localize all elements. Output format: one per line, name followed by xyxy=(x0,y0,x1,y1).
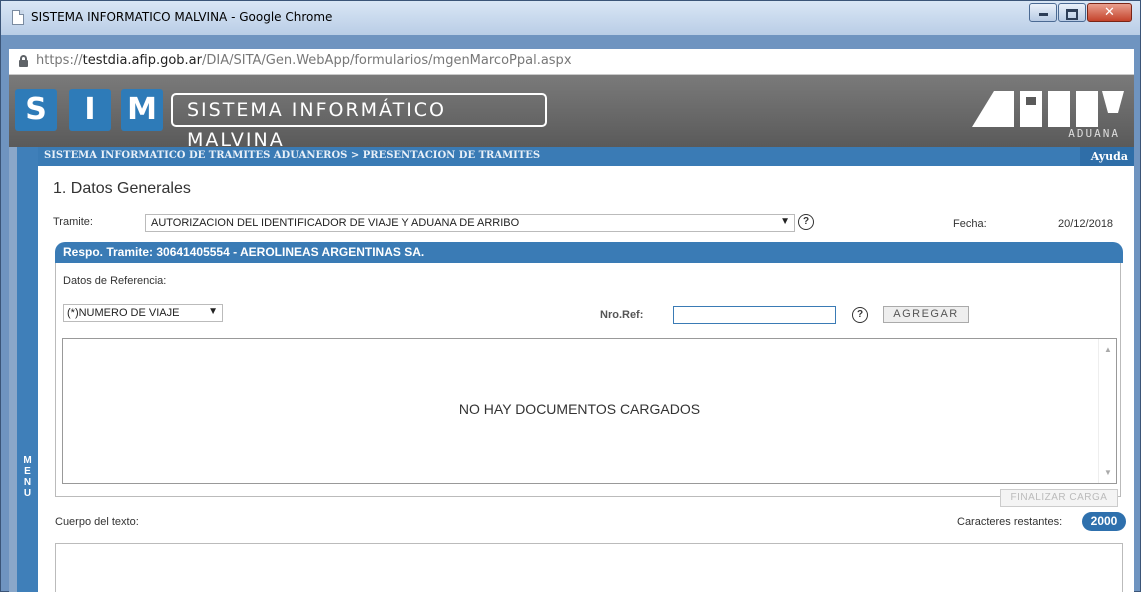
resp-tramite-text: Respo. Tramite: 30641405554 - AEROLINEAS… xyxy=(63,245,425,259)
section-title: 1. Datos Generales xyxy=(53,180,191,197)
page-icon xyxy=(12,10,24,25)
url-path: /DIA/SITA/Gen.WebApp/formularios/mgenMar… xyxy=(201,53,572,68)
app-title: SISTEMA INFORMÁTICO MALVINA xyxy=(171,93,547,151)
help-link[interactable]: Ayuda xyxy=(1080,147,1134,166)
resp-tramite-bar: Respo. Tramite: 30641405554 - AEROLINEAS… xyxy=(55,242,1123,263)
sim-logo-s: S xyxy=(15,89,57,131)
tramite-value: AUTORIZACION DEL IDENTIFICADOR DE VIAJE … xyxy=(151,217,520,229)
url-text[interactable]: https://testdia.afip.gob.ar/DIA/SITA/Gen… xyxy=(36,53,572,68)
caracteres-count-badge: 2000 xyxy=(1082,512,1126,531)
fecha-label: Fecha: xyxy=(953,218,987,230)
minimize-icon xyxy=(1030,5,1056,19)
help-icon[interactable]: ? xyxy=(852,307,868,323)
finalizar-carga-button[interactable]: FINALIZAR CARGA xyxy=(1000,489,1118,507)
dropdown-arrow-icon: ▼ xyxy=(208,306,218,317)
breadcrumb: SISTEMA INFORMATICO DE TRAMITES ADUANERO… xyxy=(38,147,1134,166)
lock-icon xyxy=(19,55,28,67)
agregar-button[interactable]: AGREGAR xyxy=(883,306,969,323)
dropdown-arrow-icon: ▼ xyxy=(780,216,790,227)
aduana-text: ADUANA xyxy=(1068,127,1120,140)
help-icon[interactable]: ? xyxy=(798,214,814,230)
app-header: S I M SISTEMA INFORMÁTICO MALVINA ADUANA xyxy=(9,75,1134,151)
nro-ref-input[interactable] xyxy=(673,306,836,324)
scrollbar[interactable]: ▲ ▼ xyxy=(1098,339,1116,483)
url-prefix: https:// xyxy=(36,53,83,68)
window-title: SISTEMA INFORMATICO MALVINA - Google Chr… xyxy=(31,10,333,24)
url-host: testdia.afip.gob.ar xyxy=(82,53,202,68)
address-bar[interactable]: https://testdia.afip.gob.ar/DIA/SITA/Gen… xyxy=(9,49,1134,75)
menu-label: MENU xyxy=(23,455,32,499)
documents-list[interactable]: NO HAY DOCUMENTOS CARGADOS ▲ ▼ xyxy=(62,338,1117,484)
empty-docs-message: NO HAY DOCUMENTOS CARGADOS xyxy=(458,401,701,417)
breadcrumb-text: SISTEMA INFORMATICO DE TRAMITES ADUANERO… xyxy=(44,150,541,161)
side-menu[interactable]: MENU xyxy=(17,147,38,592)
sim-logo-m: M xyxy=(121,89,163,131)
close-button[interactable]: ✕ xyxy=(1087,3,1132,22)
maximize-button[interactable] xyxy=(1058,3,1086,22)
scroll-up-icon[interactable]: ▲ xyxy=(1099,345,1117,354)
cuerpo-label: Cuerpo del texto: xyxy=(55,516,139,528)
tramite-select[interactable]: AUTORIZACION DEL IDENTIFICADOR DE VIAJE … xyxy=(145,214,795,232)
minimize-button[interactable] xyxy=(1029,3,1057,22)
maximize-icon xyxy=(1059,5,1085,23)
left-border xyxy=(9,147,17,592)
app-frame: S I M SISTEMA INFORMÁTICO MALVINA ADUANA… xyxy=(9,75,1134,592)
sim-logo-i: I xyxy=(69,89,111,131)
ref-title: Datos de Referencia: xyxy=(63,275,167,287)
cuerpo-textarea[interactable] xyxy=(55,543,1123,592)
reference-panel: Datos de Referencia: (*)NUMERO DE VIAJE … xyxy=(55,263,1121,507)
browser-window: SISTEMA INFORMATICO MALVINA - Google Chr… xyxy=(0,0,1141,592)
fecha-value: 20/12/2018 xyxy=(1058,218,1114,230)
close-icon: ✕ xyxy=(1104,4,1115,19)
caracteres-label: Caracteres restantes: xyxy=(957,516,1063,528)
nro-ref-label: Nro.Ref: xyxy=(600,309,644,321)
ref-type-value: (*)NUMERO DE VIAJE xyxy=(67,307,180,319)
scroll-down-icon[interactable]: ▼ xyxy=(1099,468,1117,477)
main-content: 1. Datos Generales Tramite: AUTORIZACION… xyxy=(38,166,1134,592)
title-bar: SISTEMA INFORMATICO MALVINA - Google Chr… xyxy=(1,1,1140,35)
tramite-label: Tramite: xyxy=(53,216,93,228)
window-controls: ✕ xyxy=(1028,3,1132,22)
ref-type-select[interactable]: (*)NUMERO DE VIAJE ▼ xyxy=(63,304,223,322)
